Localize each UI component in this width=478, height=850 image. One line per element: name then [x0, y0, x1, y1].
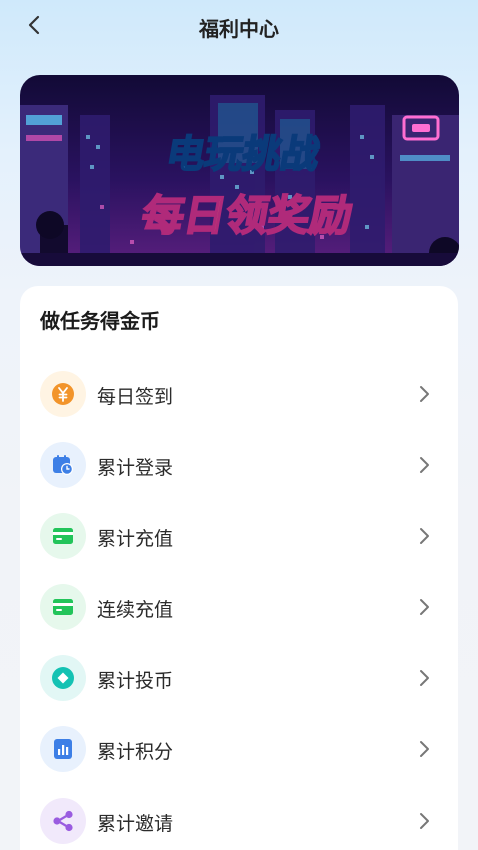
chevron-right-icon [420, 386, 429, 402]
task-label: 累计投币 [97, 670, 174, 692]
promo-banner[interactable]: 电玩挑战 每日领奖励 [20, 75, 459, 266]
chevron-right-icon [420, 599, 429, 615]
banner-headline: 电玩挑战 [163, 132, 323, 177]
bar-chart-icon [40, 726, 86, 772]
card-icon [40, 513, 86, 559]
task-label: 连续充值 [97, 599, 174, 621]
calendar-clock-icon [40, 442, 86, 488]
header: 福利中心 [0, 0, 478, 52]
chevron-right-icon [420, 813, 429, 829]
coin-diamond-icon [40, 655, 86, 701]
task-label: 累计邀请 [97, 813, 174, 835]
tasks-card: 做任务得金币 每日签到 累计登录 累计充值 连续充值 累计投币 累计积分 累计邀… [20, 286, 458, 850]
task-label: 累计登录 [97, 457, 174, 479]
chevron-right-icon [420, 670, 429, 686]
task-label: 每日签到 [97, 386, 174, 408]
task-row-cumulative-coins[interactable]: 累计投币 [20, 648, 458, 708]
task-row-daily-checkin[interactable]: 每日签到 [20, 364, 458, 424]
page-title: 福利中心 [199, 17, 279, 41]
chevron-right-icon [420, 528, 429, 544]
coin-yen-icon [40, 371, 86, 417]
task-row-cumulative-points[interactable]: 累计积分 [20, 719, 458, 779]
task-row-consecutive-recharge[interactable]: 连续充值 [20, 577, 458, 637]
share-icon [40, 798, 86, 844]
task-row-cumulative-recharge[interactable]: 累计充值 [20, 506, 458, 566]
chevron-right-icon [420, 457, 429, 473]
tasks-card-title: 做任务得金币 [40, 309, 160, 333]
task-row-cumulative-invites[interactable]: 累计邀请 [20, 791, 458, 850]
task-label: 累计积分 [97, 741, 174, 763]
task-label: 累计充值 [97, 528, 174, 550]
task-row-cumulative-login[interactable]: 累计登录 [20, 435, 458, 495]
card-icon [40, 584, 86, 630]
chevron-right-icon [420, 741, 429, 757]
banner-subline: 每日领奖励 [138, 191, 357, 240]
